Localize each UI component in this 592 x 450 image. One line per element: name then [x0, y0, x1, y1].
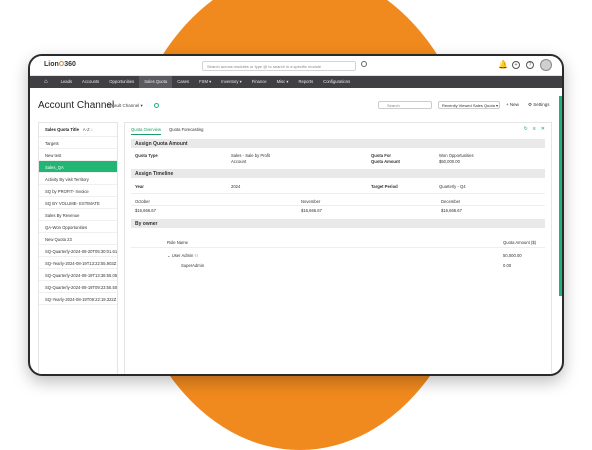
section-assign-timeline: Assign Timeline [131, 169, 545, 178]
list-item[interactable]: QA-Won Opportunities [39, 221, 117, 233]
list-item[interactable]: SQ-Yearly-2024-08-19T09:22:19.322Z [39, 293, 117, 305]
nav-leads[interactable]: Leads [56, 76, 77, 88]
nav-configurations[interactable]: Configurations [318, 76, 355, 88]
app-window: LionO360 Search across modules or type @… [28, 54, 564, 376]
list-item[interactable]: SQ BY VOLUME- ESTIMATE [39, 197, 117, 209]
target-period-label: Target Period [371, 184, 398, 189]
table-row[interactable]: ⌄ User Admin ⚇ [167, 253, 198, 258]
list-item[interactable]: SQ by PROFIT- Invoice [39, 185, 117, 197]
top-header: LionO360 Search across modules or type @… [30, 56, 562, 76]
quota-for-value: Won Opportunities [439, 153, 474, 158]
divider [131, 247, 545, 248]
recent-view-select[interactable]: Recently Viewed Sales Quota ▾ [438, 101, 500, 109]
quota-list-panel: Sales Quota Title A-Z ↓ Targets New test … [38, 122, 118, 374]
list-item[interactable]: Activity By visit Territory [39, 173, 117, 185]
search-icon[interactable] [361, 61, 367, 67]
sort-toggle[interactable]: A-Z ↓ [83, 127, 93, 132]
list-item[interactable]: New test [39, 149, 117, 161]
nav-accounts[interactable]: Accounts [77, 76, 104, 88]
year-value: 2024 [231, 184, 241, 189]
nav-opportunities[interactable]: Opportunities [104, 76, 139, 88]
nav-sales-quota[interactable]: Sales Quota [139, 76, 173, 88]
section-assign-quota: Assign Quota Amount [131, 139, 545, 148]
bell-icon[interactable]: 🔔 [498, 61, 508, 69]
quota-detail-panel: Quota Overview Quota Forecasting ↻ ≡ ✕ A… [124, 122, 552, 374]
quota-amount-value: $50,000.00 [439, 159, 460, 164]
user-icon: ⚇ [194, 253, 199, 258]
owner-amount[interactable]: 0.00 [503, 263, 511, 268]
table-row[interactable]: SuperAdmin [181, 263, 204, 268]
nav-cases[interactable]: Cases [172, 76, 194, 88]
app-logo[interactable]: LionO360 [44, 61, 76, 68]
year-label: Year [135, 184, 144, 189]
nav-inventory[interactable]: Inventory ▾ [216, 76, 247, 88]
global-search-input[interactable]: Search across modules or type @ to searc… [202, 61, 356, 71]
list-item[interactable]: SQ-Quarterly-2024-08-19T13:36:55.056Z [39, 269, 117, 281]
quota-list-header: Sales Quota Title A-Z ↓ [39, 123, 117, 137]
month-amount[interactable]: $16,666.67 [441, 208, 462, 213]
plus-icon[interactable]: + [512, 61, 520, 69]
section-by-owner: By owner [131, 219, 545, 228]
nav-fsm[interactable]: FSM ▾ [194, 76, 216, 88]
month-name: October [135, 199, 150, 204]
quota-type-label: Quota Type [135, 153, 158, 158]
tab-quota-forecasting[interactable]: Quota Forecasting [169, 127, 203, 135]
month-name: November [301, 199, 321, 204]
main-nav: ⌂ Leads Accounts Opportunities Sales Quo… [30, 76, 562, 88]
close-icon[interactable]: ✕ [541, 126, 545, 132]
nav-misc[interactable]: Misc ▾ [272, 76, 294, 88]
quota-type-value: Sales - Sale by Profit [231, 153, 271, 158]
nav-finance[interactable]: Finance [247, 76, 272, 88]
chevron-down-icon[interactable]: ⌄ [167, 253, 171, 258]
quota-amount-label: Quota Amount [371, 159, 400, 164]
list-item[interactable]: SQ-Yearly-2024-08-19T13:22:55.903Z [39, 257, 117, 269]
divider [131, 205, 545, 206]
month-amount[interactable]: $16,666.67 [301, 208, 322, 213]
menu-icon[interactable]: ≡ [533, 126, 536, 132]
settings-circle-icon[interactable] [154, 103, 159, 108]
list-item[interactable]: Targets [39, 137, 117, 149]
list-item[interactable]: New Quota 23 [39, 233, 117, 245]
help-icon[interactable]: ? [526, 61, 534, 69]
page-title: Account Channel [38, 100, 115, 111]
quota-type-value-2: Account [231, 159, 247, 164]
month-name: December [441, 199, 461, 204]
refresh-icon[interactable]: ↻ [524, 126, 528, 132]
list-item[interactable]: SQ-Quarterly-2024-08-20T05:30:01.617Z [39, 245, 117, 257]
divider [131, 193, 545, 194]
new-button[interactable]: + New [506, 102, 519, 107]
list-item[interactable]: SQ-Quarterly-2024-08-19T09:23:55.505Z [39, 281, 117, 293]
list-item[interactable]: Sales By Revenue [39, 209, 117, 221]
channel-select[interactable]: Default Channel ▾ [107, 103, 143, 109]
list-item[interactable]: Sales_QA [39, 161, 117, 173]
owner-amount[interactable]: 50,000.00 [503, 253, 522, 258]
nav-reports[interactable]: Reports [294, 76, 319, 88]
settings-button[interactable]: ⚙ Settings [528, 102, 550, 108]
home-icon[interactable]: ⌂ [44, 79, 48, 85]
target-period-value: Quarterly - Q4 [439, 184, 466, 189]
column-quota-amount: Quota Amount ($) [503, 240, 537, 245]
tab-quota-overview[interactable]: Quota Overview [131, 127, 162, 135]
page-search-input[interactable]: Search [378, 101, 432, 109]
column-role-name: Role Name [167, 240, 188, 245]
month-amount[interactable]: $16,666.67 [135, 208, 156, 213]
avatar[interactable] [540, 59, 552, 71]
accent-stripe [559, 96, 562, 296]
quota-for-label: Quota For [371, 153, 392, 158]
